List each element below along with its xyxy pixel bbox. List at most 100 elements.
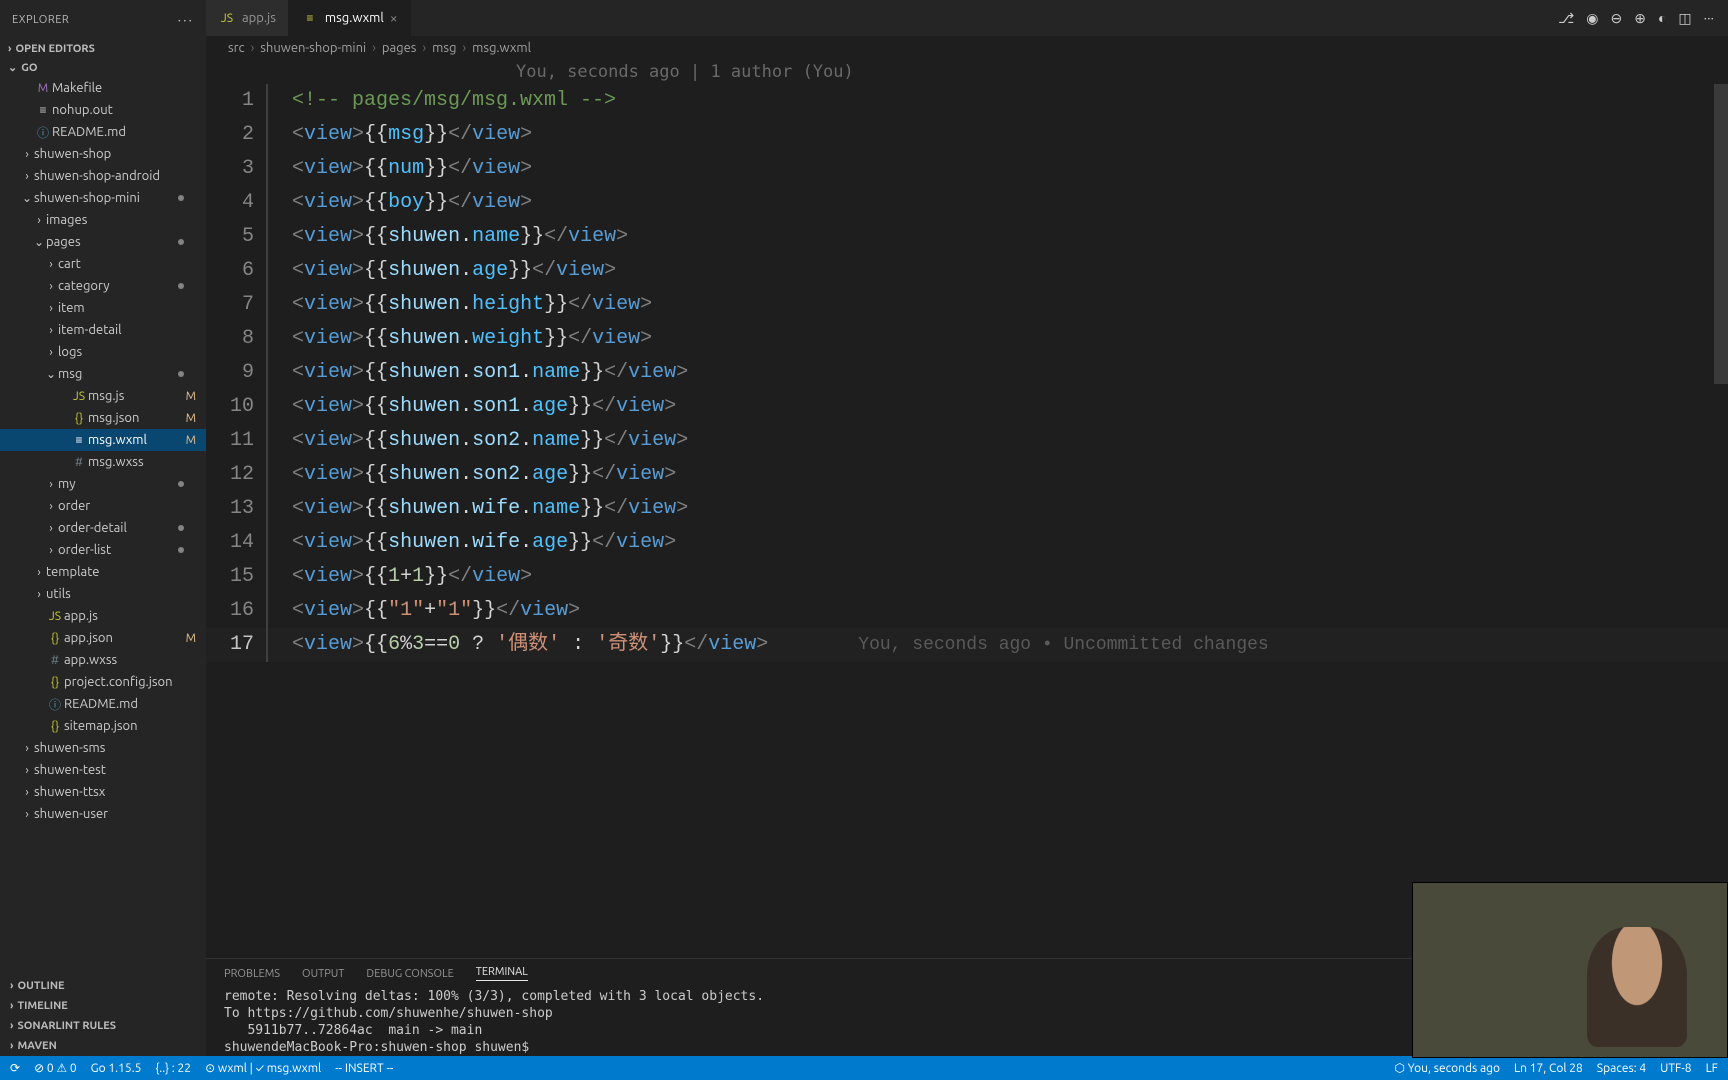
status-item[interactable]: ⟳ (10, 1061, 20, 1075)
sidebar-panel-maven[interactable]: MAVEN (0, 1036, 206, 1056)
chevron-icon: › (44, 522, 58, 535)
code-text: <view>{{shuwen.age}}</view> (278, 254, 616, 288)
code-line[interactable]: 15<view>{{1+1}}</view> (206, 560, 1728, 594)
status-item[interactable]: Ln 17, Col 28 (1514, 1062, 1583, 1075)
status-item[interactable]: -- INSERT -- (335, 1062, 393, 1075)
tree-item[interactable]: ›order-detail (0, 517, 206, 539)
code-line[interactable]: 13<view>{{shuwen.wife.name}}</view> (206, 492, 1728, 526)
status-item[interactable]: ⊙ wxml | ✓ msg.wxml (205, 1061, 321, 1075)
tree-item[interactable]: ≡msg.wxmlM (0, 429, 206, 451)
status-item[interactable]: Go 1.15.5 (91, 1062, 142, 1075)
code-line[interactable]: 16<view>{{"1"+"1"}}</view> (206, 594, 1728, 628)
tree-item[interactable]: ›shuwen-sms (0, 737, 206, 759)
tree-item[interactable]: ⓘREADME.md (0, 693, 206, 715)
code-line[interactable]: 7<view>{{shuwen.height}}</view> (206, 288, 1728, 322)
tree-item[interactable]: #msg.wxss (0, 451, 206, 473)
tree-item[interactable]: ⓘREADME.md (0, 121, 206, 143)
tree-item[interactable]: {}app.jsonM (0, 627, 206, 649)
tree-item[interactable]: #app.wxss (0, 649, 206, 671)
code-line[interactable]: 12<view>{{shuwen.son2.age}}</view> (206, 458, 1728, 492)
line-number: 15 (206, 560, 278, 594)
tree-item[interactable]: ›template (0, 561, 206, 583)
code-editor[interactable]: 1<!-- pages/msg/msg.wxml -->2<view>{{msg… (206, 84, 1728, 958)
code-line[interactable]: 11<view>{{shuwen.son2.name}}</view> (206, 424, 1728, 458)
tree-item[interactable]: ⌄shuwen-shop-mini (0, 187, 206, 209)
tree-item[interactable]: {}msg.jsonM (0, 407, 206, 429)
tree-item[interactable]: MMakefile (0, 77, 206, 99)
code-text: <view>{{boy}}</view> (278, 186, 532, 220)
status-item[interactable]: ⬡ You, seconds ago (1395, 1061, 1501, 1075)
breadcrumb-item[interactable]: shuwen-shop-mini (260, 41, 366, 55)
panel-tab-output[interactable]: OUTPUT (302, 968, 344, 980)
chevron-icon: › (20, 148, 34, 161)
chevron-icon: › (20, 764, 34, 777)
breadcrumb-item[interactable]: msg (432, 41, 456, 55)
tree-item[interactable]: ›shuwen-user (0, 803, 206, 825)
code-line[interactable]: 14<view>{{shuwen.wife.age}}</view> (206, 526, 1728, 560)
tree-item[interactable]: ⌄msg (0, 363, 206, 385)
run-icon[interactable]: ◉ (1586, 10, 1598, 27)
explorer-more-icon[interactable]: ··· (178, 12, 194, 28)
status-item[interactable]: Spaces: 4 (1597, 1062, 1646, 1075)
code-line[interactable]: 2<view>{{msg}}</view> (206, 118, 1728, 152)
panel-tab-terminal[interactable]: TERMINAL (476, 966, 528, 981)
tree-item[interactable]: ›item-detail (0, 319, 206, 341)
breadcrumb-item[interactable]: pages (382, 41, 417, 55)
tree-item[interactable]: ›utils (0, 583, 206, 605)
tree-item[interactable]: ≡nohup.out (0, 99, 206, 121)
tree-item[interactable]: ›category (0, 275, 206, 297)
status-item[interactable]: ⊘ 0 ⚠ 0 (34, 1061, 77, 1075)
code-line[interactable]: 4<view>{{boy}}</view> (206, 186, 1728, 220)
tree-item[interactable]: ›order (0, 495, 206, 517)
tree-item[interactable]: JSapp.js (0, 605, 206, 627)
panel-tab-problems[interactable]: PROBLEMS (224, 968, 280, 980)
breadcrumb-item[interactable]: msg.wxml (472, 41, 531, 55)
tree-item[interactable]: {}project.config.json (0, 671, 206, 693)
tree-item[interactable]: ›shuwen-test (0, 759, 206, 781)
tree-item[interactable]: ›shuwen-ttsx (0, 781, 206, 803)
code-line[interactable]: 9<view>{{shuwen.son1.name}}</view> (206, 356, 1728, 390)
status-item[interactable]: LF (1706, 1062, 1718, 1075)
nav-fwd-icon[interactable]: ⊕ (1634, 10, 1646, 27)
tree-item[interactable]: ›shuwen-shop (0, 143, 206, 165)
tree-item[interactable]: ›shuwen-shop-android (0, 165, 206, 187)
code-line[interactable]: 6<view>{{shuwen.age}}</view> (206, 254, 1728, 288)
tree-label: utils (46, 587, 206, 601)
live-preview-icon[interactable]: ◐ (1658, 10, 1666, 26)
overview-ruler[interactable] (1714, 84, 1728, 684)
editor-tab[interactable]: ≡msg.wxml× (289, 0, 411, 36)
sidebar-panel-outline[interactable]: OUTLINE (0, 976, 206, 996)
panel-tab-debug-console[interactable]: DEBUG CONSOLE (366, 968, 453, 980)
tree-item[interactable]: ›item (0, 297, 206, 319)
code-line[interactable]: 10<view>{{shuwen.son1.age}}</view> (206, 390, 1728, 424)
file-tree[interactable]: MMakefile≡nohup.outⓘREADME.md›shuwen-sho… (0, 77, 206, 976)
split-editor-icon[interactable]: ◫ (1678, 10, 1691, 27)
workspace-root[interactable]: GO (0, 58, 206, 77)
code-text: <view>{{shuwen.son2.name}}</view> (278, 424, 688, 458)
nav-back-icon[interactable]: ⊖ (1610, 10, 1622, 27)
tree-item[interactable]: JSmsg.jsM (0, 385, 206, 407)
tree-item[interactable]: ›cart (0, 253, 206, 275)
tree-item[interactable]: ›logs (0, 341, 206, 363)
code-line[interactable]: 1<!-- pages/msg/msg.wxml --> (206, 84, 1728, 118)
sidebar-panel-sonarlint-rules[interactable]: SONARLINT RULES (0, 1016, 206, 1036)
tab-more-icon[interactable]: ··· (1704, 10, 1714, 26)
code-line[interactable]: 17<view>{{6%3==0 ? '偶数' : '奇数'}}</view>Y… (206, 628, 1728, 662)
tree-item[interactable]: {}sitemap.json (0, 715, 206, 737)
tree-item[interactable]: ›order-list (0, 539, 206, 561)
tree-item[interactable]: ⌄pages (0, 231, 206, 253)
code-line[interactable]: 3<view>{{num}}</view> (206, 152, 1728, 186)
editor-tab[interactable]: JSapp.js (206, 0, 289, 36)
scm-compare-icon[interactable]: ⎇ (1558, 10, 1574, 27)
breadcrumb[interactable]: src›shuwen-shop-mini›pages›msg›msg.wxml (206, 36, 1728, 60)
status-item[interactable]: UTF-8 (1660, 1062, 1691, 1075)
tree-item[interactable]: ›images (0, 209, 206, 231)
close-icon[interactable]: × (390, 10, 398, 26)
open-editors-section[interactable]: OPEN EDITORS (0, 40, 206, 58)
code-line[interactable]: 8<view>{{shuwen.weight}}</view> (206, 322, 1728, 356)
tree-item[interactable]: ›my (0, 473, 206, 495)
sidebar-panel-timeline[interactable]: TIMELINE (0, 996, 206, 1016)
breadcrumb-item[interactable]: src (228, 41, 245, 55)
status-item[interactable]: {..} : 22 (155, 1062, 191, 1075)
code-line[interactable]: 5<view>{{shuwen.name}}</view> (206, 220, 1728, 254)
